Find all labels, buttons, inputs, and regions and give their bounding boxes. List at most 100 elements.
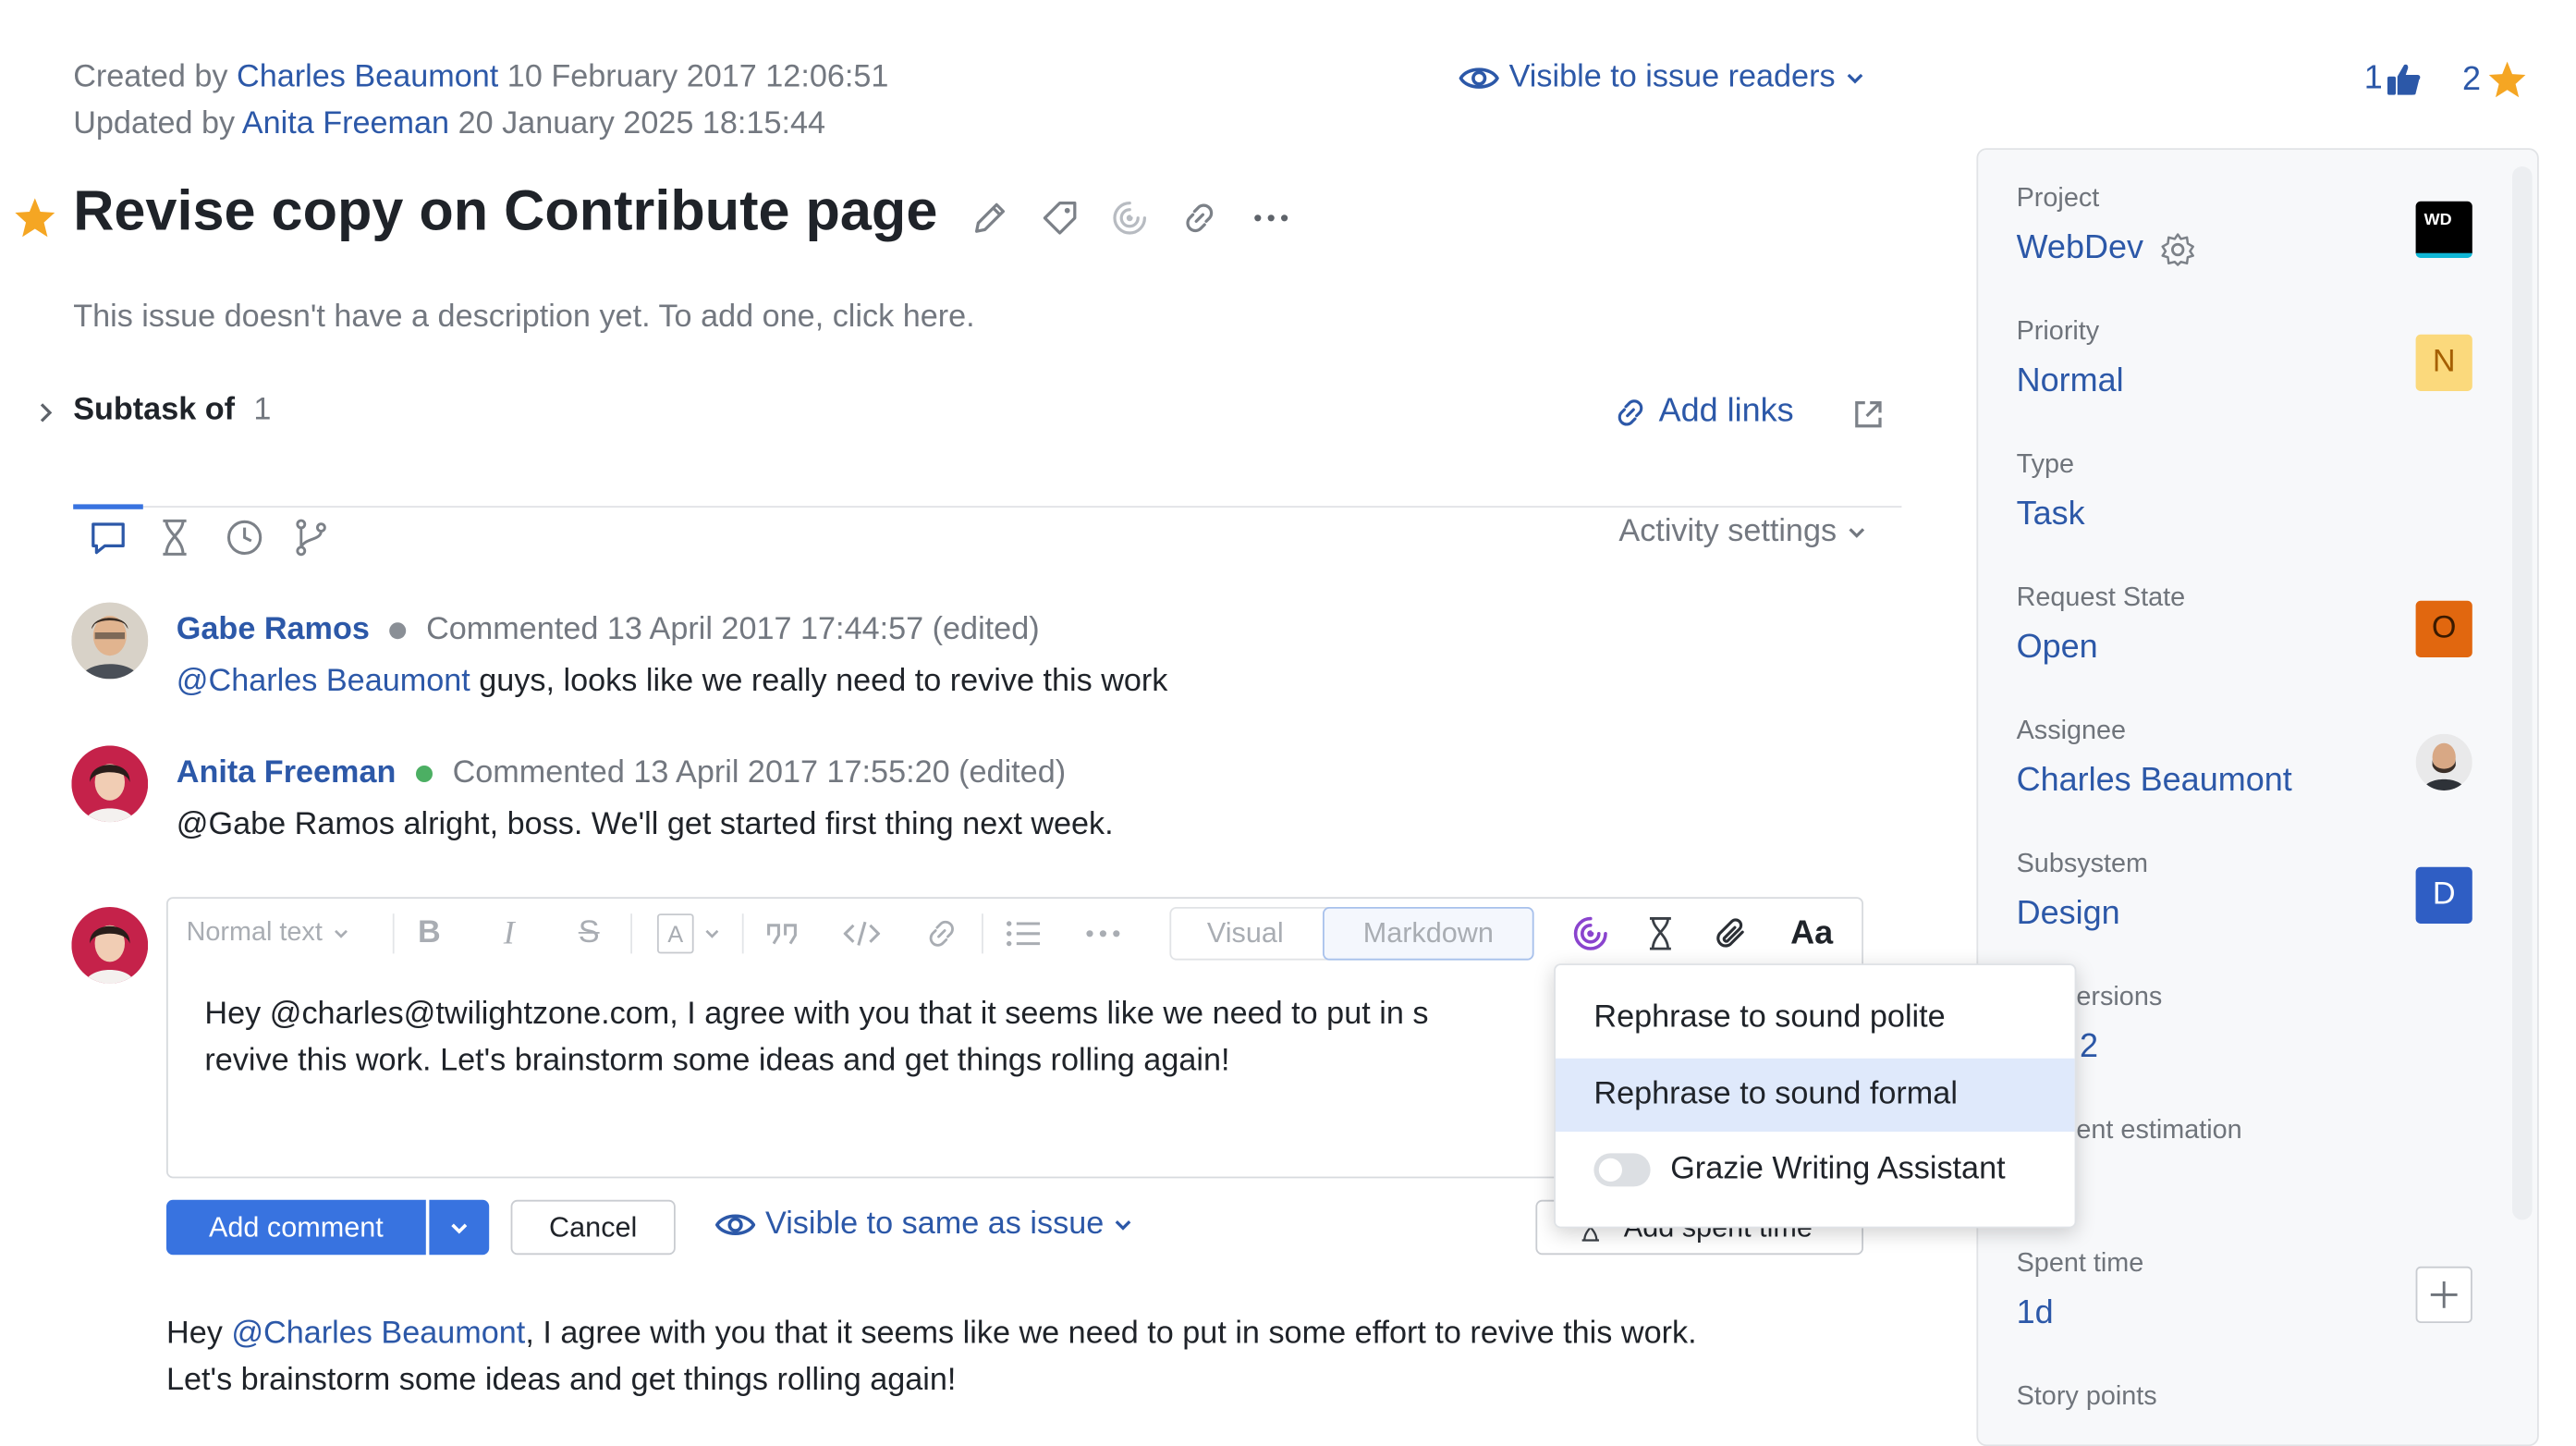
star-icon bbox=[2487, 60, 2527, 100]
quote-icon[interactable] bbox=[763, 912, 800, 955]
comment-body: @Gabe Ramos alright, boss. We'll get sta… bbox=[176, 807, 1114, 842]
avatar[interactable] bbox=[71, 602, 149, 680]
online-status-dot bbox=[389, 622, 407, 640]
project-logo: WD bbox=[2415, 201, 2472, 258]
request-state-label: Request State bbox=[2016, 583, 2186, 613]
tab-work-items[interactable] bbox=[156, 518, 193, 558]
activity-settings-dropdown[interactable]: Activity settings bbox=[1618, 514, 1866, 551]
avatar bbox=[2415, 733, 2472, 790]
add-spent-time-plus-button[interactable] bbox=[2415, 1266, 2472, 1323]
assignee-value[interactable]: Charles Beaumont bbox=[2017, 762, 2292, 800]
subsystem-badge: D bbox=[2415, 866, 2472, 924]
grazie-toggle-switch[interactable] bbox=[1593, 1153, 1651, 1187]
cancel-button[interactable]: Cancel bbox=[510, 1199, 676, 1256]
tab-history[interactable] bbox=[225, 518, 264, 558]
add-comment-options-button[interactable] bbox=[429, 1199, 490, 1256]
star-icon[interactable] bbox=[13, 196, 56, 239]
comment-author-link[interactable]: Gabe Ramos bbox=[177, 612, 370, 649]
external-link-icon[interactable] bbox=[1850, 396, 1887, 433]
gear-icon[interactable] bbox=[2160, 230, 2197, 267]
comment-visibility-selector[interactable]: Visible to same as issue bbox=[715, 1207, 1134, 1244]
comment-input-line-2[interactable]: revive this work. Let's brainstorm some … bbox=[204, 1044, 1229, 1081]
mode-markdown-button[interactable]: Markdown bbox=[1323, 907, 1534, 961]
tab-comments[interactable] bbox=[88, 518, 128, 558]
grazie-toggle-row[interactable]: Grazie Writing Assistant bbox=[1556, 1134, 2075, 1207]
bold-button[interactable]: B bbox=[412, 912, 446, 955]
add-comment-button[interactable]: Add comment bbox=[166, 1199, 426, 1256]
avatar bbox=[71, 907, 149, 984]
project-value[interactable]: WebDev bbox=[2017, 229, 2197, 267]
add-links-button[interactable]: Add links bbox=[1612, 393, 1794, 431]
updated-prefix: Updated by bbox=[73, 106, 236, 141]
priority-value[interactable]: Normal bbox=[2017, 362, 2124, 400]
star-count: 2 bbox=[2462, 60, 2482, 98]
ai-assistant-icon[interactable] bbox=[1569, 912, 1612, 955]
thumbs-up-icon bbox=[2386, 61, 2423, 98]
preview-line-1: Hey @Charles Beaumont, I agree with you … bbox=[166, 1317, 1697, 1354]
created-author-link[interactable]: Charles Beaumont bbox=[237, 60, 498, 95]
activity-divider bbox=[73, 506, 1902, 508]
fields-scrollbar[interactable] bbox=[2512, 166, 2533, 1220]
chevron-down-icon bbox=[1114, 1215, 1134, 1235]
menu-item-rephrase-formal[interactable]: Rephrase to sound formal bbox=[1556, 1058, 2075, 1132]
subsystem-value[interactable]: Design bbox=[2017, 895, 2120, 933]
chevron-down-icon bbox=[1847, 522, 1867, 543]
more-icon[interactable] bbox=[1251, 198, 1291, 238]
mention-link[interactable]: @Charles Beaumont bbox=[177, 664, 470, 699]
issue-title[interactable]: Revise copy on Contribute page bbox=[73, 179, 937, 244]
preview-prefix: Hey bbox=[166, 1316, 232, 1352]
spent-time-value[interactable]: 1d bbox=[2017, 1294, 2054, 1332]
request-state-badge: O bbox=[2415, 600, 2472, 657]
pencil-icon[interactable] bbox=[970, 198, 1009, 238]
text-color-button[interactable]: A bbox=[657, 912, 720, 955]
toggle-knob bbox=[1598, 1158, 1622, 1182]
avatar[interactable] bbox=[71, 745, 149, 823]
star-counter[interactable]: 2 bbox=[2462, 60, 2527, 100]
mention-link[interactable]: @Charles Beaumont bbox=[231, 1317, 525, 1352]
link-icon[interactable] bbox=[1179, 198, 1219, 238]
mode-visual-button[interactable]: Visual bbox=[1171, 909, 1319, 959]
link-icon[interactable] bbox=[922, 912, 961, 955]
type-value[interactable]: Task bbox=[2017, 496, 2085, 533]
preview-line-2: Let's brainstorm some ideas and get thin… bbox=[166, 1363, 957, 1398]
updated-author-link[interactable]: Anita Freeman bbox=[242, 106, 449, 141]
menu-item-rephrase-polite[interactable]: Rephrase to sound polite bbox=[1556, 982, 2075, 1055]
eye-icon bbox=[1459, 62, 1499, 95]
hourglass-icon[interactable] bbox=[1641, 912, 1680, 955]
subtask-toggle[interactable]: Subtask of 1 bbox=[73, 393, 271, 430]
created-line: Created by Charles Beaumont 10 February … bbox=[73, 60, 888, 97]
ai-assistant-icon[interactable] bbox=[1110, 198, 1150, 238]
assignee-label: Assignee bbox=[2016, 717, 2127, 746]
comment-input-line-1[interactable]: Hey @charles@twilightzone.com, I agree w… bbox=[204, 997, 1552, 1034]
updated-line: Updated by Anita Freeman 20 January 2025… bbox=[73, 106, 825, 143]
text-color-icon: A bbox=[657, 913, 694, 954]
more-icon[interactable] bbox=[1083, 912, 1123, 955]
strikethrough-button[interactable]: S bbox=[572, 912, 605, 955]
comment-text: guys, looks like we really need to reviv… bbox=[470, 664, 1168, 699]
menu-item-label: Rephrase to sound polite bbox=[1593, 999, 1946, 1035]
text-style-label: Normal text bbox=[186, 918, 323, 948]
request-state-value[interactable]: Open bbox=[2017, 629, 2098, 667]
type-label: Type bbox=[2016, 450, 2075, 480]
issue-visibility-selector[interactable]: Visible to issue readers bbox=[1459, 60, 1865, 97]
comment-author-link[interactable]: Anita Freeman bbox=[177, 755, 397, 792]
bullet-list-icon[interactable] bbox=[1003, 912, 1043, 955]
tag-icon[interactable] bbox=[1040, 198, 1080, 238]
chevron-right-icon[interactable] bbox=[33, 399, 60, 426]
font-size-toggle[interactable]: Aa bbox=[1789, 912, 1835, 955]
subsystem-label: Subsystem bbox=[2016, 850, 2149, 879]
italic-button[interactable]: I bbox=[493, 912, 526, 955]
comment-header: Anita Freeman Commented 13 April 2017 17… bbox=[177, 755, 1066, 792]
toolbar-divider bbox=[741, 913, 744, 954]
versions-value[interactable]: 2 bbox=[2080, 1028, 2098, 1066]
priority-badge-text: N bbox=[2432, 344, 2456, 380]
text-style-dropdown[interactable]: Normal text bbox=[187, 912, 349, 955]
vote-counter[interactable]: 1 bbox=[2364, 60, 2423, 98]
paperclip-icon[interactable] bbox=[1710, 912, 1750, 955]
plus-icon bbox=[2430, 1281, 2458, 1308]
tab-vcs-changes[interactable] bbox=[291, 518, 331, 558]
description-placeholder[interactable]: This issue doesn't have a description ye… bbox=[73, 300, 974, 337]
created-date: 10 February 2017 12:06:51 bbox=[507, 59, 889, 95]
subtask-count: 1 bbox=[253, 392, 272, 428]
code-icon[interactable] bbox=[842, 912, 882, 955]
